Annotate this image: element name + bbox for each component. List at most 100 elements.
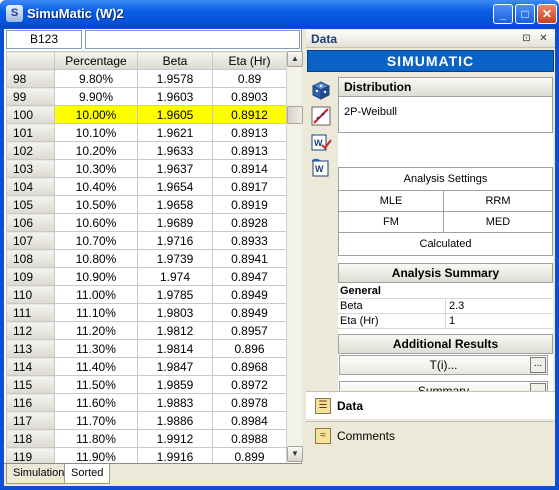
beta-cell[interactable]: 1.9716	[137, 231, 213, 250]
beta-cell[interactable]: 1.9883	[137, 393, 213, 412]
percentage-cell[interactable]: 10.80%	[54, 249, 138, 268]
row-number[interactable]: 106	[6, 213, 55, 232]
row-number[interactable]: 118	[6, 429, 55, 448]
eta-cell[interactable]: 0.8913	[212, 123, 287, 142]
eta-cell[interactable]: 0.8978	[212, 393, 287, 412]
eta-cell[interactable]: 0.8919	[212, 195, 287, 214]
table-row[interactable]: 100 10.00% 1.9605 0.8912	[6, 105, 287, 124]
weibull-icon[interactable]: W	[309, 157, 333, 181]
nav-comments[interactable]: ≈ Comments	[306, 421, 555, 449]
beta-cell[interactable]: 1.9886	[137, 411, 213, 430]
beta-cell[interactable]: 1.9621	[137, 123, 213, 142]
beta-cell[interactable]: 1.9637	[137, 159, 213, 178]
beta-cell[interactable]: 1.9814	[137, 339, 213, 358]
table-row[interactable]: 110 11.00% 1.9785 0.8949	[6, 285, 287, 304]
eta-cell[interactable]: 0.8912	[212, 105, 287, 124]
corner-cell[interactable]	[6, 51, 55, 70]
column-header-beta[interactable]: Beta	[137, 51, 213, 70]
check-icon[interactable]: W	[309, 131, 333, 155]
eta-cell[interactable]: 0.8988	[212, 429, 287, 448]
row-number[interactable]: 98	[6, 69, 55, 88]
percentage-cell[interactable]: 10.00%	[54, 105, 138, 124]
beta-cell[interactable]: 1.9912	[137, 429, 213, 448]
row-number[interactable]: 100	[6, 105, 55, 124]
percentage-cell[interactable]: 11.60%	[54, 393, 138, 412]
table-row[interactable]: 111 11.10% 1.9803 0.8949	[6, 303, 287, 322]
beta-cell[interactable]: 1.9803	[137, 303, 213, 322]
beta-cell[interactable]: 1.9689	[137, 213, 213, 232]
row-number[interactable]: 102	[6, 141, 55, 160]
table-row[interactable]: 103 10.30% 1.9637 0.8914	[6, 159, 287, 178]
row-number[interactable]: 109	[6, 267, 55, 286]
percentage-cell[interactable]: 11.70%	[54, 411, 138, 430]
eta-cell[interactable]: 0.8928	[212, 213, 287, 232]
beta-cell[interactable]: 1.9605	[137, 105, 213, 124]
plot-icon[interactable]	[309, 105, 333, 129]
row-number[interactable]: 111	[6, 303, 55, 322]
table-row[interactable]: 115 11.50% 1.9859 0.8972	[6, 375, 287, 394]
eta-cell[interactable]: 0.8968	[212, 357, 287, 376]
tab-sorted[interactable]: Sorted	[64, 464, 111, 484]
percentage-cell[interactable]: 9.80%	[54, 69, 138, 88]
row-number[interactable]: 104	[6, 177, 55, 196]
percentage-cell[interactable]: 9.90%	[54, 87, 138, 106]
tab-simulation[interactable]: Simulation	[6, 464, 72, 484]
scroll-up-button[interactable]: ▲	[287, 51, 303, 67]
table-row[interactable]: 116 11.60% 1.9883 0.8978	[6, 393, 287, 412]
table-row[interactable]: 99 9.90% 1.9603 0.8903	[6, 87, 287, 106]
eta-cell[interactable]: 0.8984	[212, 411, 287, 430]
row-number[interactable]: 101	[6, 123, 55, 142]
eta-cell[interactable]: 0.8957	[212, 321, 287, 340]
mle-option[interactable]: MLE	[338, 190, 444, 212]
table-row[interactable]: 105 10.50% 1.9658 0.8919	[6, 195, 287, 214]
title-bar[interactable]: S SimuMatic (W)2 _ □ ✕	[0, 0, 559, 28]
percentage-cell[interactable]: 10.70%	[54, 231, 138, 250]
med-option[interactable]: MED	[443, 211, 553, 233]
row-number[interactable]: 107	[6, 231, 55, 250]
column-header-eta[interactable]: Eta (Hr)	[212, 51, 287, 70]
row-number[interactable]: 115	[6, 375, 55, 394]
eta-cell[interactable]: 0.896	[212, 339, 287, 358]
row-number[interactable]: 110	[6, 285, 55, 304]
eta-cell[interactable]: 0.8949	[212, 285, 287, 304]
beta-cell[interactable]: 1.974	[137, 267, 213, 286]
beta-cell[interactable]: 1.9847	[137, 357, 213, 376]
percentage-cell[interactable]: 10.30%	[54, 159, 138, 178]
scroll-down-button[interactable]: ▼	[287, 446, 303, 462]
eta-cell[interactable]: 0.8949	[212, 303, 287, 322]
percentage-cell[interactable]: 10.50%	[54, 195, 138, 214]
table-row[interactable]: 106 10.60% 1.9689 0.8928	[6, 213, 287, 232]
beta-cell[interactable]: 1.9859	[137, 375, 213, 394]
rrm-option[interactable]: RRM	[443, 190, 553, 212]
row-number[interactable]: 103	[6, 159, 55, 178]
t-results-button[interactable]: T(i)... ...	[339, 355, 548, 375]
vertical-scrollbar[interactable]: ▲ ▼	[286, 51, 303, 462]
row-number[interactable]: 116	[6, 393, 55, 412]
percentage-cell[interactable]: 10.40%	[54, 177, 138, 196]
percentage-cell[interactable]: 11.00%	[54, 285, 138, 304]
minimize-button[interactable]: _	[493, 4, 513, 24]
percentage-cell[interactable]: 11.10%	[54, 303, 138, 322]
t-results-ellipsis-button[interactable]: ...	[530, 357, 546, 373]
table-row[interactable]: 101 10.10% 1.9621 0.8913	[6, 123, 287, 142]
table-row[interactable]: 113 11.30% 1.9814 0.896	[6, 339, 287, 358]
eta-cell[interactable]: 0.8947	[212, 267, 287, 286]
dice-icon[interactable]	[309, 79, 333, 103]
row-number[interactable]: 113	[6, 339, 55, 358]
eta-cell[interactable]: 0.8972	[212, 375, 287, 394]
percentage-cell[interactable]: 10.20%	[54, 141, 138, 160]
row-number[interactable]: 99	[6, 87, 55, 106]
row-number[interactable]: 117	[6, 411, 55, 430]
beta-cell[interactable]: 1.9812	[137, 321, 213, 340]
column-header-percentage[interactable]: Percentage	[54, 51, 138, 70]
percentage-cell[interactable]: 11.50%	[54, 375, 138, 394]
eta-cell[interactable]: 0.8914	[212, 159, 287, 178]
table-row[interactable]: 102 10.20% 1.9633 0.8913	[6, 141, 287, 160]
beta-cell[interactable]: 1.9658	[137, 195, 213, 214]
app-icon[interactable]: S	[6, 5, 23, 22]
panel-close-icon[interactable]: ✕	[537, 32, 550, 45]
percentage-cell[interactable]: 11.20%	[54, 321, 138, 340]
nav-data[interactable]: ☰ Data	[306, 391, 555, 419]
table-row[interactable]: 108 10.80% 1.9739 0.8941	[6, 249, 287, 268]
table-row[interactable]: 104 10.40% 1.9654 0.8917	[6, 177, 287, 196]
